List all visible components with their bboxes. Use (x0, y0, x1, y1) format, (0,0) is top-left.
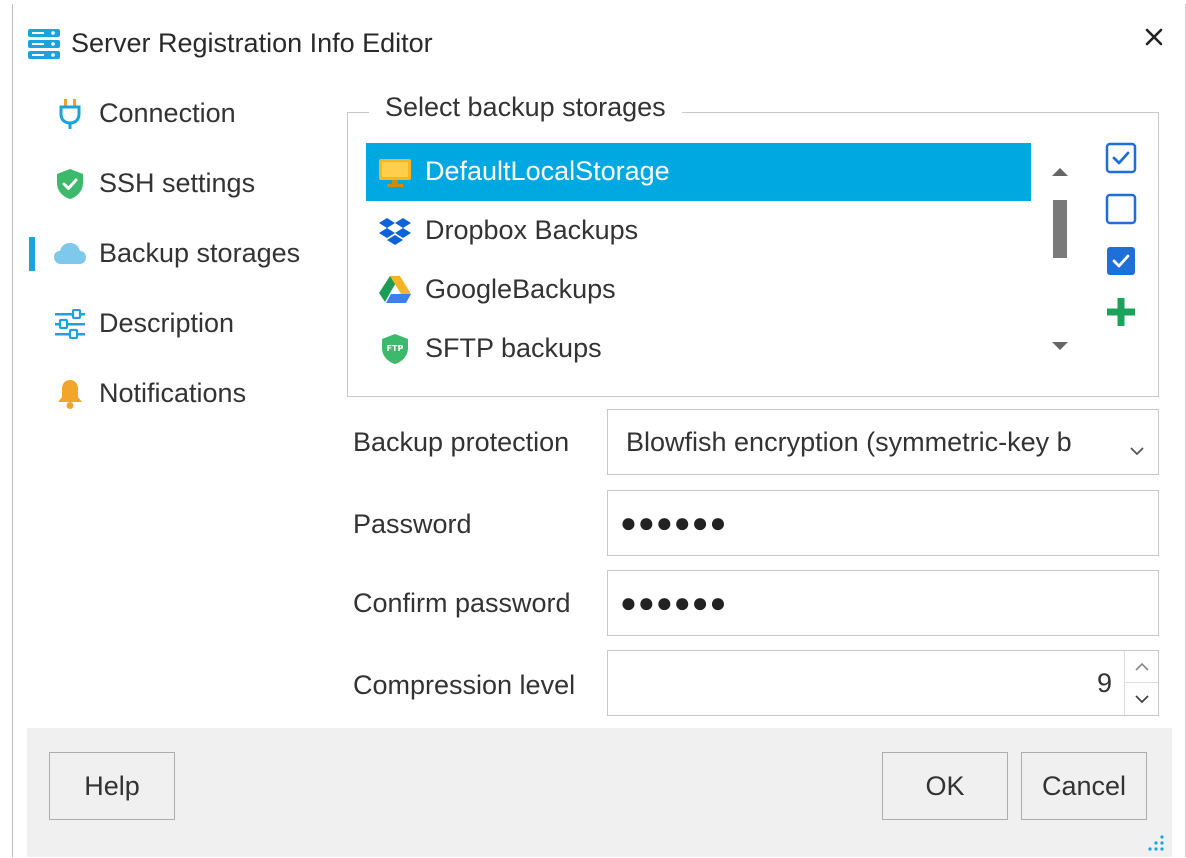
storage-label: SFTP backups (425, 333, 602, 363)
check-selected-button[interactable] (1103, 245, 1139, 281)
storage-item-dropbox[interactable]: Dropbox Backups (366, 202, 1031, 260)
checkbox-empty-icon (1105, 193, 1137, 230)
spin-up-button[interactable] (1125, 651, 1158, 683)
cloud-icon (53, 238, 87, 270)
bell-icon (53, 378, 87, 410)
monitor-icon (378, 156, 412, 188)
storage-item-google[interactable]: GoogleBackups (366, 261, 1031, 319)
storage-item-default-local[interactable]: DefaultLocalStorage (366, 143, 1031, 201)
chevron-down-icon (1128, 434, 1146, 456)
ok-button[interactable]: OK (882, 752, 1008, 820)
spin-buttons (1124, 651, 1158, 715)
sftp-shield-icon: FTP (378, 333, 412, 365)
plus-icon (1105, 296, 1137, 333)
close-button[interactable] (1137, 22, 1171, 56)
dialog-window: Server Registration Info Editor Connecti… (12, 4, 1186, 857)
check-all-button[interactable] (1103, 142, 1139, 178)
storage-label: DefaultLocalStorage (425, 156, 670, 186)
sidebar-item-label: Notifications (99, 378, 247, 408)
backup-protection-value: Blowfish encryption (symmetric-key b (626, 426, 1072, 457)
compression-level-label: Compression level (353, 670, 576, 700)
title-bar[interactable]: Server Registration Info Editor (13, 4, 1185, 80)
sidebar-item-label: Connection (99, 98, 236, 128)
sidebar-item-description[interactable]: Description (13, 302, 333, 346)
storage-label: GoogleBackups (425, 274, 616, 304)
storage-label: Dropbox Backups (425, 215, 639, 245)
sidebar-item-label: Description (99, 308, 235, 338)
backup-protection-label: Backup protection (353, 427, 570, 457)
confirm-password-field[interactable]: ●●●●●● (607, 570, 1159, 636)
sliders-icon (53, 308, 87, 340)
close-icon (1145, 28, 1163, 51)
dropbox-icon (378, 215, 412, 247)
storage-item-sftp[interactable]: FTP SFTP backups (366, 320, 1031, 378)
sidebar-item-ssh-settings[interactable]: SSH settings (13, 162, 333, 206)
sidebar-item-notifications[interactable]: Notifications (13, 372, 333, 416)
password-label: Password (353, 509, 472, 539)
shield-check-icon (53, 168, 87, 200)
help-button[interactable]: Help (49, 752, 175, 820)
window-title: Server Registration Info Editor (71, 28, 433, 58)
plug-icon (53, 98, 87, 130)
resize-grip-icon[interactable] (1144, 831, 1166, 853)
checkbox-checked-filled-icon (1105, 245, 1137, 282)
sidebar-item-connection[interactable]: Connection (13, 92, 333, 136)
dialog-footer: Help OK Cancel (27, 728, 1172, 857)
sidebar-item-label: Backup storages (99, 238, 301, 268)
google-drive-icon (378, 274, 412, 306)
add-storage-button[interactable] (1103, 296, 1139, 332)
scroll-down-arrow[interactable] (1049, 338, 1071, 354)
backup-protection-select[interactable]: Blowfish encryption (symmetric-key b (607, 409, 1159, 475)
password-value: ●●●●●● (620, 507, 728, 538)
active-indicator (29, 237, 35, 271)
svg-text:FTP: FTP (387, 344, 404, 353)
confirm-password-value: ●●●●●● (620, 587, 728, 618)
scroll-up-arrow[interactable] (1049, 164, 1071, 180)
groupbox-title: Select backup storages (369, 92, 682, 123)
checkbox-checked-outline-icon (1105, 142, 1137, 179)
sidebar-item-backup-storages[interactable]: Backup storages (13, 232, 333, 276)
scrollbar-thumb[interactable] (1053, 200, 1067, 258)
cancel-button[interactable]: Cancel (1021, 752, 1147, 820)
spin-down-button[interactable] (1125, 683, 1158, 715)
compression-level-value: 9 (1096, 667, 1112, 698)
server-stack-icon (27, 28, 61, 60)
confirm-password-label: Confirm password (353, 588, 571, 618)
password-field[interactable]: ●●●●●● (607, 490, 1159, 556)
uncheck-all-button[interactable] (1103, 193, 1139, 229)
compression-level-stepper[interactable]: 9 (607, 650, 1159, 716)
sidebar-item-label: SSH settings (99, 168, 256, 198)
